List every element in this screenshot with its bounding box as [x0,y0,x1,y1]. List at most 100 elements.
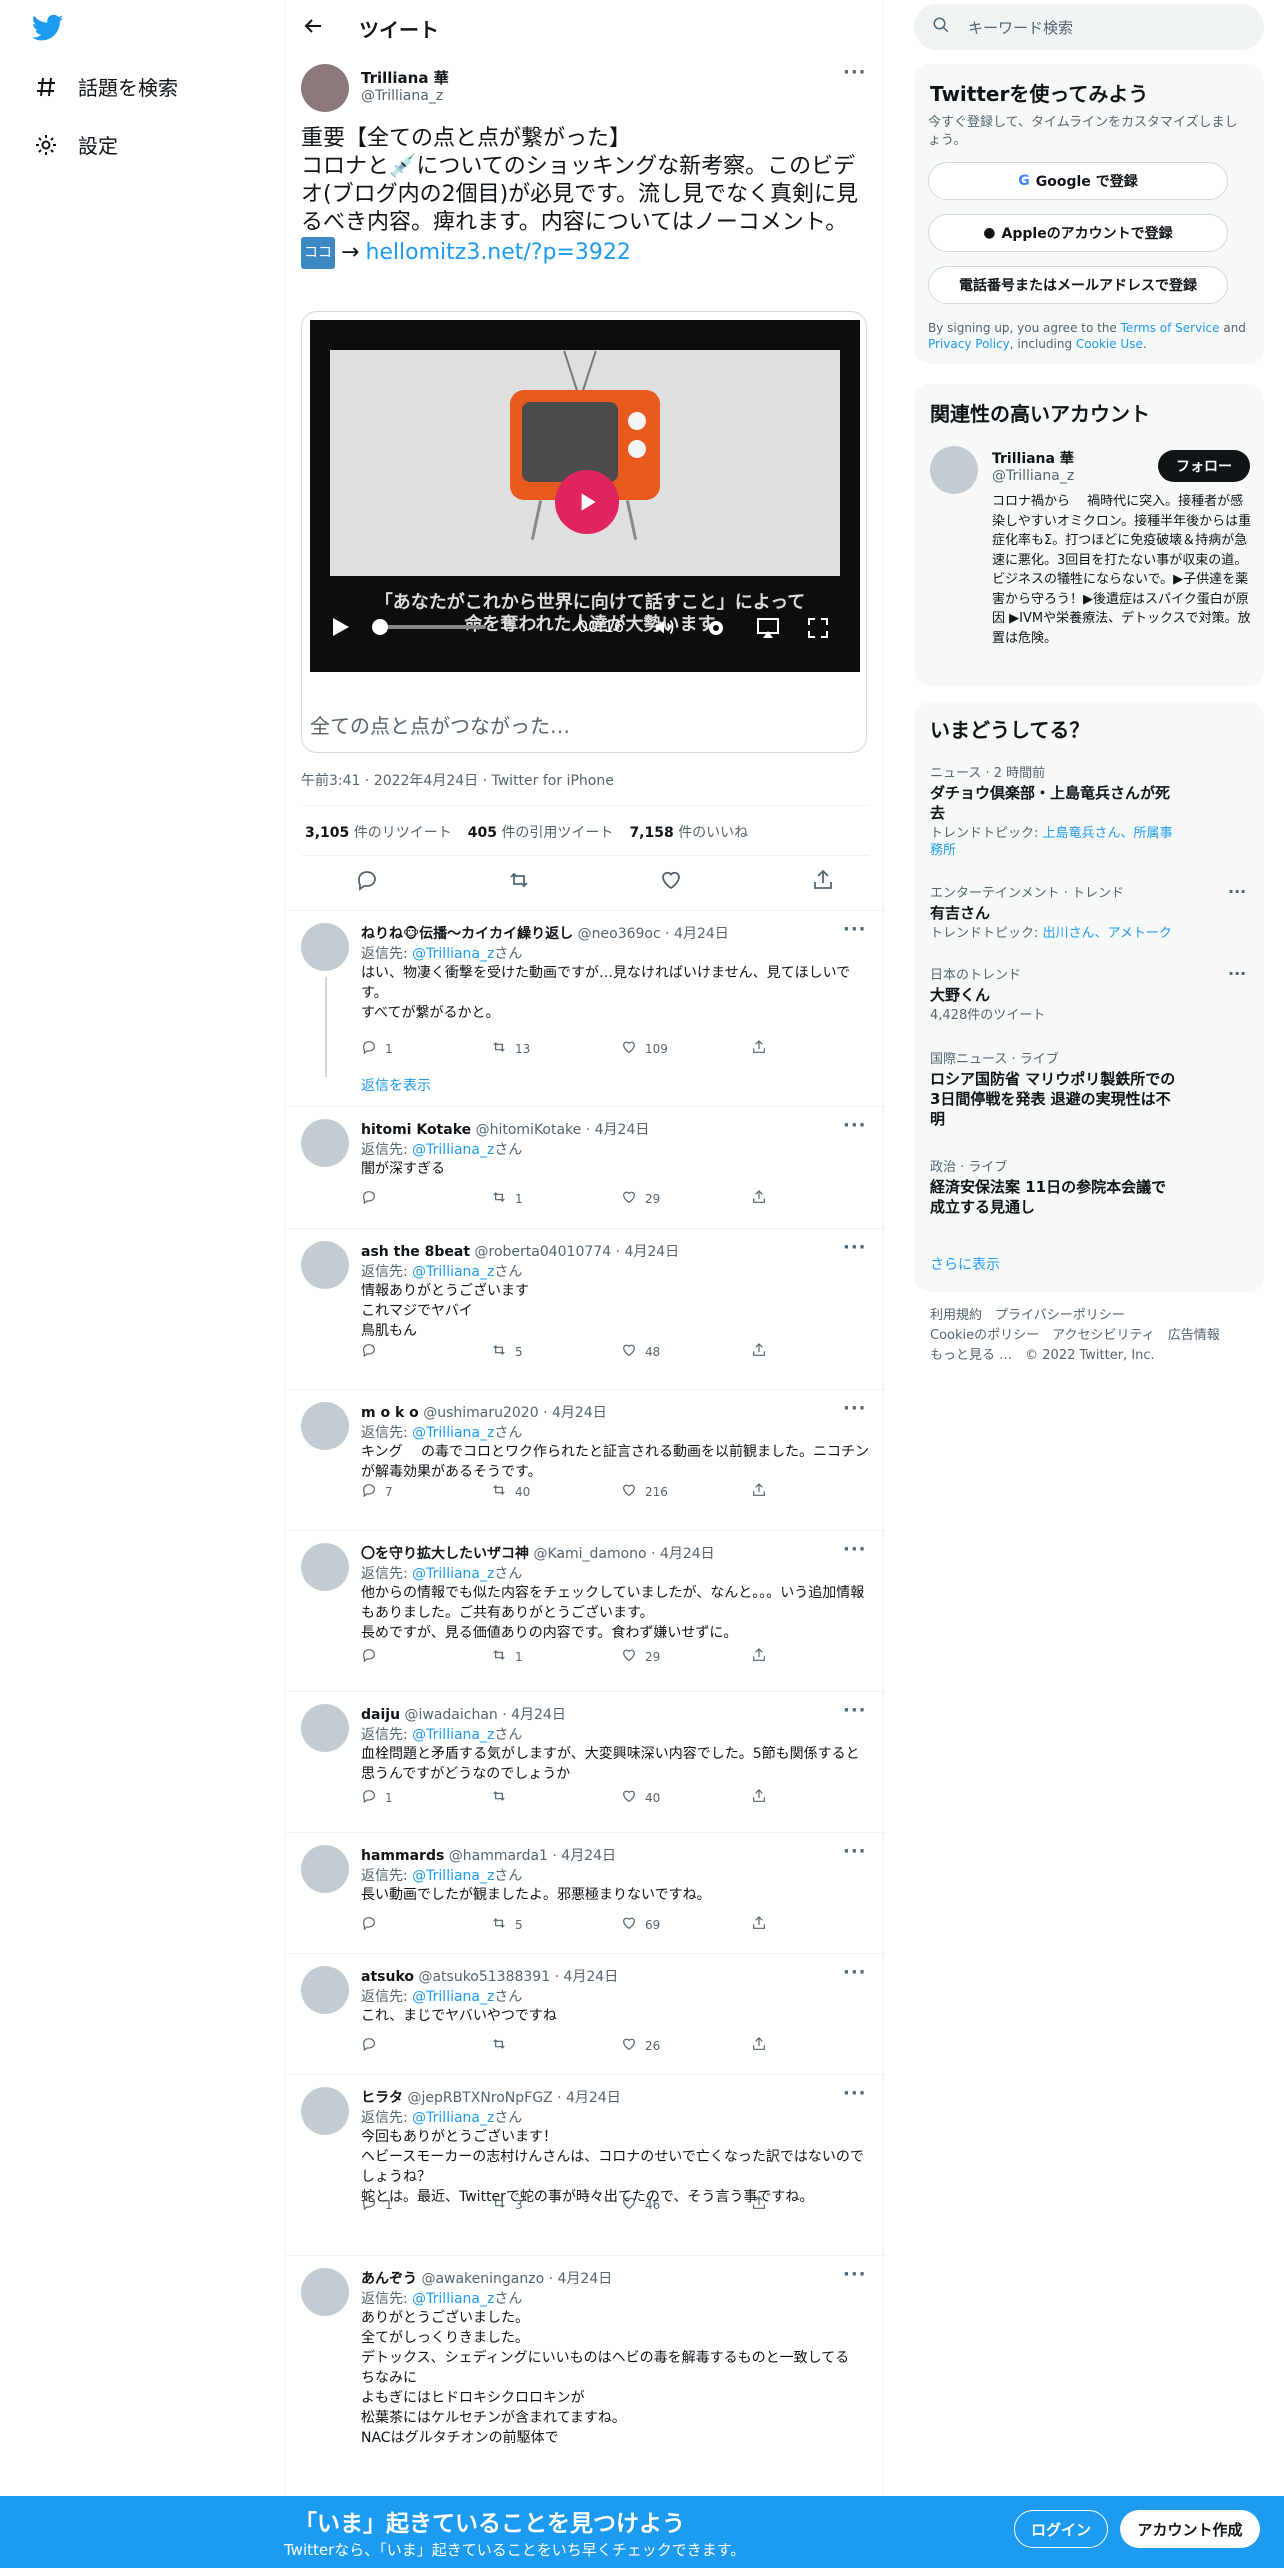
quote-count[interactable]: 405 件の引用ツイート [468,822,614,842]
footer-link[interactable]: もっと見る … [930,1348,1012,1363]
reply-item[interactable]: hammards @hammarda1 · 4月24日 ··· 返信先: @Tril… [285,1832,885,1953]
reply-date[interactable]: · 4月24日 [616,1244,680,1260]
more-options-icon[interactable]: ··· [843,62,867,83]
reply-retweet-button[interactable] [491,1788,621,1807]
reply-more-icon[interactable]: ··· [843,1237,867,1258]
author-handle[interactable]: @Trilliana_z [361,88,443,104]
reply-author-name[interactable]: ash the 8beat [361,1244,470,1260]
reply-date[interactable]: · 4月24日 [651,1546,715,1562]
reply-author-handle[interactable]: @Kami_damono [533,1546,646,1562]
reply-share-button[interactable] [751,1915,791,1934]
show-replies-link[interactable]: 返信を表示 [361,1075,431,1095]
reply-date[interactable]: · 4月24日 [557,2090,621,2106]
reply-to-handle[interactable]: @Trilliana_z [412,1566,494,1582]
reply-author-name[interactable]: ねりね🐵伝播〜カイカイ繰り返し [361,926,573,942]
reply-author-name[interactable]: atsuko [361,1969,414,1985]
reply-date[interactable]: · 4月24日 [549,2271,613,2287]
reply-author-name[interactable]: 〇を守り拡大したいザコ神 [361,1546,529,1562]
reply-retweet-button[interactable]: 5 [491,1915,621,1934]
trend-item[interactable]: エンターテインメント · トレンド 有吉さん トレンドトピック: 出川さん、アメトー… [930,882,1250,942]
reply-author-handle[interactable]: @hitomiKotake [476,1122,582,1138]
footer-link[interactable]: 広告情報 [1168,1328,1220,1343]
cookie-link[interactable]: Cookie Use [1076,337,1143,351]
reply-date[interactable]: · 4月24日 [555,1969,619,1985]
reply-avatar[interactable] [301,2268,349,2316]
reply-like-button[interactable]: 46 [621,2195,751,2214]
follow-button[interactable]: フォロー [1158,450,1250,482]
related-avatar[interactable] [930,446,978,494]
reply-avatar[interactable] [301,1704,349,1752]
reply-date[interactable]: · 4月24日 [665,926,729,942]
reply-avatar[interactable] [301,1402,349,1450]
signup-button[interactable]: アカウント作成 [1120,2510,1260,2548]
play-icon[interactable] [328,614,352,644]
privacy-link[interactable]: Privacy Policy [928,337,1010,351]
reply-more-icon[interactable]: ··· [843,1115,867,1136]
reply-more-icon[interactable]: ··· [843,1398,867,1419]
back-arrow-icon[interactable] [301,14,325,38]
reply-more-icon[interactable]: ··· [843,1700,867,1721]
reply-date[interactable]: · 4月24日 [586,1122,650,1138]
trend-more-icon[interactable]: ··· [1228,882,1246,901]
reply-more-icon[interactable]: ··· [843,2083,867,2104]
reply-share-button[interactable] [751,1788,791,1807]
reply-author-handle[interactable]: @ushimaru2020 [423,1405,538,1421]
trend-item[interactable]: 政治 · ライブ 経済安保法案 11日の参院本会議で成立する見通し [930,1156,1250,1217]
reply-retweet-button[interactable] [491,2036,621,2055]
reply-share-button[interactable] [751,1647,791,1666]
reply-to-handle[interactable]: @Trilliana_z [412,1425,494,1441]
reply-author-name[interactable]: hammards [361,1848,444,1864]
twitter-logo-icon[interactable] [31,14,64,42]
like-count[interactable]: 7,158 件のいいね [629,822,748,842]
login-button[interactable]: ログイン [1014,2510,1108,2548]
tweet-timestamp[interactable]: 午前3:41 · 2022年4月24日 · Twitter for iPhone [301,770,614,790]
retweet-count[interactable]: 3,105 件のリツイート [305,822,452,842]
reply-reply-button[interactable]: 1 [361,1039,491,1058]
reply-reply-button[interactable]: 1 [361,1788,491,1807]
reply-author-name[interactable]: hitomi Kotake [361,1122,471,1138]
reply-author-name[interactable]: daiju [361,1707,400,1723]
footer-link[interactable]: 利用規約 [930,1308,982,1323]
reply-retweet-button[interactable]: 3 [491,2195,621,2214]
trend-topic-links[interactable]: 出川さん、アメトーク [1043,926,1172,941]
reply-author-name[interactable]: あんぞう [361,2271,417,2287]
author-avatar[interactable] [301,64,349,112]
progress-handle[interactable] [372,619,388,635]
trend-item[interactable]: 日本のトレンド 大野くん 4,428件のツイート ··· [930,964,1250,1024]
tweet-link[interactable]: hellomitz3.net/?p=3922 [365,239,630,267]
reply-author-handle[interactable]: @atsuko51388391 [418,1969,550,1985]
reply-like-button[interactable]: 29 [621,1647,751,1666]
reply-to-handle[interactable]: @Trilliana_z [412,1142,494,1158]
reply-author-name[interactable]: m o k o [361,1405,419,1421]
like-icon[interactable] [659,868,683,896]
apple-signup-button[interactable]: ● Appleのアカウントで登録 [928,214,1228,252]
trend-more-icon[interactable]: ··· [1228,964,1246,983]
reply-share-button[interactable] [751,1189,791,1208]
search-input[interactable]: キーワード検索 [968,17,1073,38]
google-signup-button[interactable]: G Google で登録 [928,162,1228,200]
video-player[interactable]: 「あなたがこれから世界に向けて話すこと」によって命を奪われた人達が大勢います 0… [310,320,860,672]
reply-reply-button[interactable] [361,1342,491,1361]
reply-like-button[interactable]: 40 [621,1788,751,1807]
reply-item[interactable]: ねりね🐵伝播〜カイカイ繰り返し @neo369oc · 4月24日 ··· 返信先:… [285,910,885,1106]
reply-icon[interactable] [355,868,379,896]
link-card[interactable]: 「あなたがこれから世界に向けて話すこと」によって命を奪われた人達が大勢います 0… [301,311,867,753]
volume-icon[interactable] [652,616,676,642]
fullscreen-icon[interactable] [806,616,830,644]
reply-item[interactable]: 〇を守り拡大したいザコ神 @Kami_damono · 4月24日 ··· 返信先:… [285,1530,885,1691]
reply-reply-button[interactable] [361,1189,491,1208]
reply-author-handle[interactable]: @iwadaichan [405,1707,498,1723]
card-title[interactable]: 全ての点と点がつながった… [310,710,570,739]
reply-share-button[interactable] [751,2036,791,2055]
search-box[interactable]: キーワード検索 [914,4,1264,50]
retweet-icon[interactable] [507,868,531,896]
reply-like-button[interactable]: 26 [621,2036,751,2055]
reply-reply-button[interactable] [361,2036,491,2055]
reply-like-button[interactable]: 216 [621,1482,751,1501]
reply-to-handle[interactable]: @Trilliana_z [412,946,494,962]
progress-bar[interactable] [376,625,486,629]
reply-item[interactable]: ヒラタ @jepRBTXNroNpFGZ · 4月24日 ··· 返信先: @Tri… [285,2074,885,2255]
footer-link[interactable]: アクセシビリティ [1052,1328,1155,1343]
reply-author-handle[interactable]: @hammarda1 [449,1848,548,1864]
reply-more-icon[interactable]: ··· [843,919,867,940]
